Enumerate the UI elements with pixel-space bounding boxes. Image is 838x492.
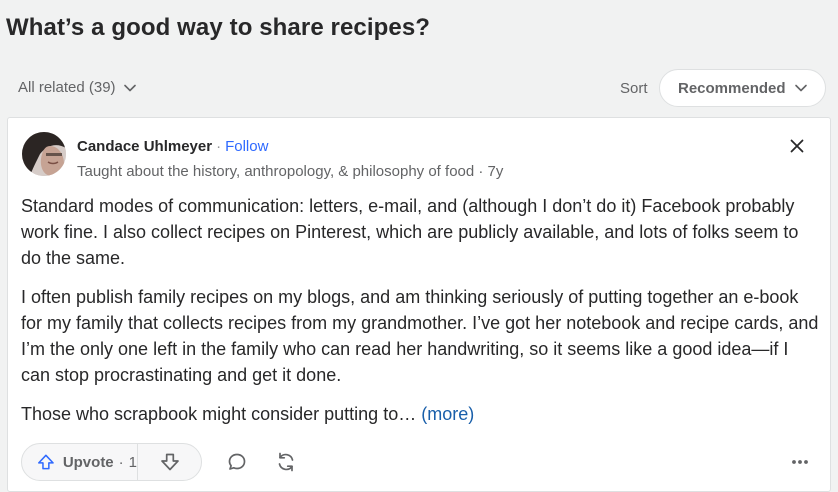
all-related-label: All related (39) xyxy=(18,79,116,96)
filter-row: All related (39) Sort Recommended xyxy=(0,69,838,109)
author-credential: Taught about the history, anthropology, … xyxy=(77,163,504,180)
separator-dot: · xyxy=(118,453,124,471)
all-related-dropdown[interactable]: All related (39) xyxy=(18,79,137,96)
question-title: What’s a good way to share recipes? xyxy=(6,14,431,41)
answer-body: Standard modes of communication: letters… xyxy=(21,193,821,440)
sort-value: Recommended xyxy=(678,79,786,97)
comment-button[interactable] xyxy=(222,447,252,477)
upvote-arrow-icon xyxy=(38,454,54,470)
avatar[interactable] xyxy=(22,132,66,176)
sort-label: Sort xyxy=(620,80,648,97)
more-icon xyxy=(792,460,808,464)
chevron-down-icon xyxy=(123,84,136,91)
chevron-down-icon xyxy=(794,84,807,92)
answer-card: Candace Uhlmeyer · Follow Taught about the… xyxy=(7,117,831,492)
upvote-label: Upvote xyxy=(62,453,114,471)
more-options-button[interactable] xyxy=(785,447,815,477)
author-name[interactable]: Candace Uhlmeyer xyxy=(77,138,212,155)
action-bar: Upvote · 1 xyxy=(21,443,821,481)
downvote-button[interactable] xyxy=(138,444,201,480)
more-link[interactable]: (more) xyxy=(421,404,474,424)
downvote-arrow-icon xyxy=(160,453,179,471)
close-icon xyxy=(790,139,804,153)
follow-link[interactable]: Follow xyxy=(225,138,268,155)
separator-dot: · xyxy=(216,138,222,155)
comment-icon xyxy=(228,453,246,470)
author-line: Candace Uhlmeyer · Follow xyxy=(77,138,268,155)
sort-dropdown[interactable]: Recommended xyxy=(659,69,826,107)
close-button[interactable] xyxy=(786,135,808,157)
upvote-button[interactable]: Upvote · 1 xyxy=(22,444,138,480)
share-icon xyxy=(278,452,294,472)
share-button[interactable] xyxy=(271,447,301,477)
vote-pill: Upvote · 1 xyxy=(21,443,202,481)
upvote-count: 1 xyxy=(128,453,137,471)
answer-paragraph-truncated: Those who scrapbook might consider putti… xyxy=(21,401,821,427)
answer-paragraph-text: Those who scrapbook might consider putti… xyxy=(21,404,417,424)
answer-paragraph: I often publish family recipes on my blo… xyxy=(21,287,819,385)
answer-paragraph: Standard modes of communication: letters… xyxy=(21,196,799,268)
